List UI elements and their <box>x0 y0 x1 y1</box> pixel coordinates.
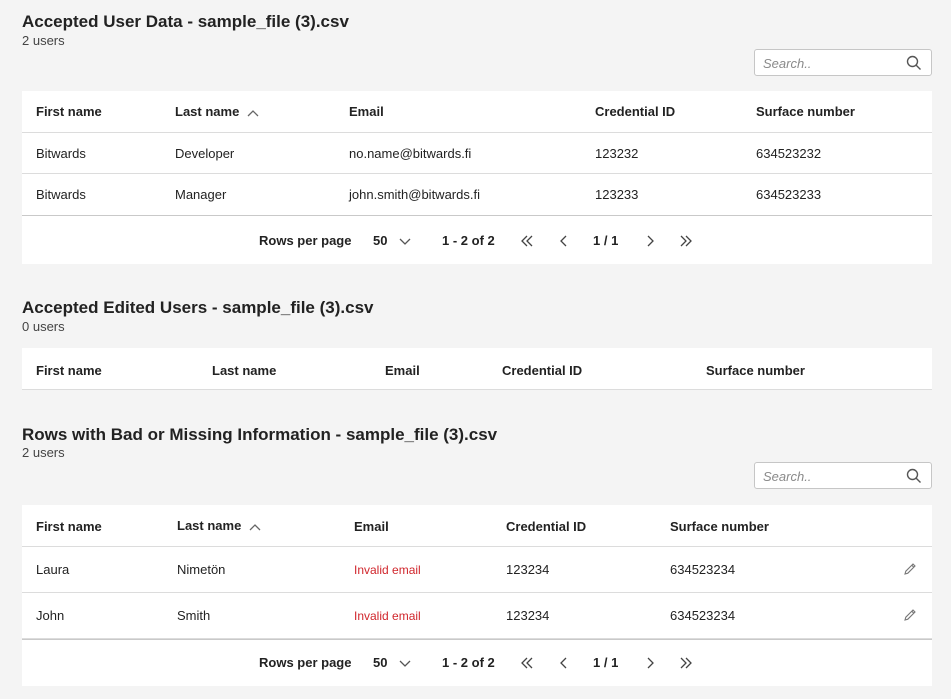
column-header-first-name[interactable]: First name <box>36 519 102 534</box>
pencil-icon[interactable] <box>902 607 918 623</box>
user-count: 2 users <box>22 33 65 48</box>
column-header-credential-id[interactable]: Credential ID <box>595 104 675 119</box>
surface-number-cell: 634523234 <box>670 608 736 623</box>
email-error-cell: Invalid email <box>354 563 421 577</box>
column-header-label: Last name <box>177 518 242 533</box>
last-name-cell: Manager <box>175 187 227 202</box>
users-table: First name Last name Email Credential ID… <box>22 91 932 264</box>
sort-ascending-icon[interactable] <box>249 523 261 531</box>
credential-id-cell: 123232 <box>595 146 639 161</box>
bad-rows-section: Rows with Bad or Missing Information - s… <box>22 424 932 694</box>
chevron-down-icon[interactable] <box>399 660 411 668</box>
page-indicator: 1 / 1 <box>593 233 619 248</box>
surface-number-cell: 634523233 <box>756 187 822 202</box>
edited-users-table: First name Last name Email Credential ID… <box>22 348 932 390</box>
user-count: 0 users <box>22 319 65 334</box>
accepted-edited-users-section: Accepted Edited Users - sample_file (3).… <box>22 296 932 396</box>
column-header-last-name[interactable]: Last name <box>177 518 261 533</box>
accepted-user-data-section: Accepted User Data - sample_file (3).csv… <box>22 0 932 270</box>
column-header-surface-number[interactable]: Surface number <box>706 363 805 378</box>
search-input[interactable] <box>763 54 903 72</box>
table-header: First name Last name Email Credential ID… <box>22 91 932 133</box>
rows-per-page-label: Rows per page <box>259 233 352 248</box>
column-header-email[interactable]: Email <box>354 519 389 534</box>
pagination-bar: Rows per page 50 1 - 2 of 2 1 / 1 <box>22 639 932 687</box>
surface-number-cell: 634523232 <box>756 146 822 161</box>
previous-page-icon[interactable] <box>556 655 572 671</box>
email-cell: no.name@bitwards.fi <box>349 146 472 161</box>
table-row[interactable]: Bitwards Manager john.smith@bitwards.fi … <box>22 174 932 214</box>
rows-per-page-value: 50 <box>373 233 388 248</box>
column-header-credential-id[interactable]: Credential ID <box>502 363 582 378</box>
email-error-cell: Invalid email <box>354 609 421 623</box>
rows-per-page-value: 50 <box>373 655 388 670</box>
table-row[interactable]: John Smith Invalid email 123234 63452323… <box>22 593 932 639</box>
rows-per-page-select[interactable]: 50 <box>373 655 411 670</box>
credential-id-cell: 123233 <box>595 187 639 202</box>
rows-per-page-select[interactable]: 50 <box>373 233 411 248</box>
pagination-bar: Rows per page 50 1 - 2 of 2 1 / 1 <box>22 215 932 265</box>
column-header-surface-number[interactable]: Surface number <box>756 104 855 119</box>
table-row[interactable]: Laura Nimetön Invalid email 123234 63452… <box>22 547 932 593</box>
search-box <box>754 49 932 76</box>
column-header-last-name[interactable]: Last name <box>175 104 259 119</box>
last-name-cell: Nimetön <box>177 562 226 577</box>
column-header-first-name[interactable]: First name <box>36 104 102 119</box>
search-input[interactable] <box>763 467 903 485</box>
table-row[interactable]: Bitwards Developer no.name@bitwards.fi 1… <box>22 133 932 174</box>
search-box <box>754 462 932 489</box>
column-header-credential-id[interactable]: Credential ID <box>506 519 586 534</box>
table-header: First name Last name Email Credential ID… <box>22 348 932 390</box>
section-title: Rows with Bad or Missing Information - s… <box>22 425 498 444</box>
email-cell: john.smith@bitwards.fi <box>349 187 480 202</box>
first-page-icon[interactable] <box>519 655 535 671</box>
credential-id-cell: 123234 <box>506 608 550 623</box>
column-header-email[interactable]: Email <box>349 104 384 119</box>
previous-page-icon[interactable] <box>556 233 572 249</box>
last-page-icon[interactable] <box>678 233 694 249</box>
user-count: 2 users <box>22 445 65 460</box>
first-name-cell: Bitwards <box>36 146 86 161</box>
page-range: 1 - 2 of 2 <box>442 655 495 670</box>
pencil-icon[interactable] <box>902 561 918 577</box>
page-indicator: 1 / 1 <box>593 655 619 670</box>
section-title: Accepted User Data - sample_file (3).csv <box>22 12 349 31</box>
next-page-icon[interactable] <box>642 655 658 671</box>
last-name-cell: Smith <box>177 608 211 623</box>
next-page-icon[interactable] <box>642 233 658 249</box>
sort-ascending-icon[interactable] <box>247 109 259 117</box>
rows-per-page-label: Rows per page <box>259 655 352 670</box>
section-title: Accepted Edited Users - sample_file (3).… <box>22 298 374 317</box>
first-name-cell: Bitwards <box>36 187 86 202</box>
column-header-first-name[interactable]: First name <box>36 363 102 378</box>
first-name-cell: John <box>36 608 65 623</box>
column-header-surface-number[interactable]: Surface number <box>670 519 769 534</box>
column-header-label: Last name <box>175 104 240 119</box>
surface-number-cell: 634523234 <box>670 562 736 577</box>
table-header: First name Last name Email Credential ID… <box>22 505 932 547</box>
column-header-last-name[interactable]: Last name <box>212 363 276 378</box>
credential-id-cell: 123234 <box>506 562 550 577</box>
bad-rows-table: First name Last name Email Credential ID… <box>22 505 932 686</box>
search-icon[interactable] <box>906 55 922 71</box>
first-page-icon[interactable] <box>519 233 535 249</box>
chevron-down-icon[interactable] <box>399 238 411 246</box>
first-name-cell: Laura <box>36 562 70 577</box>
page-range: 1 - 2 of 2 <box>442 233 495 248</box>
last-page-icon[interactable] <box>678 655 694 671</box>
last-name-cell: Developer <box>175 146 235 161</box>
search-icon[interactable] <box>906 468 922 484</box>
column-header-email[interactable]: Email <box>385 363 420 378</box>
